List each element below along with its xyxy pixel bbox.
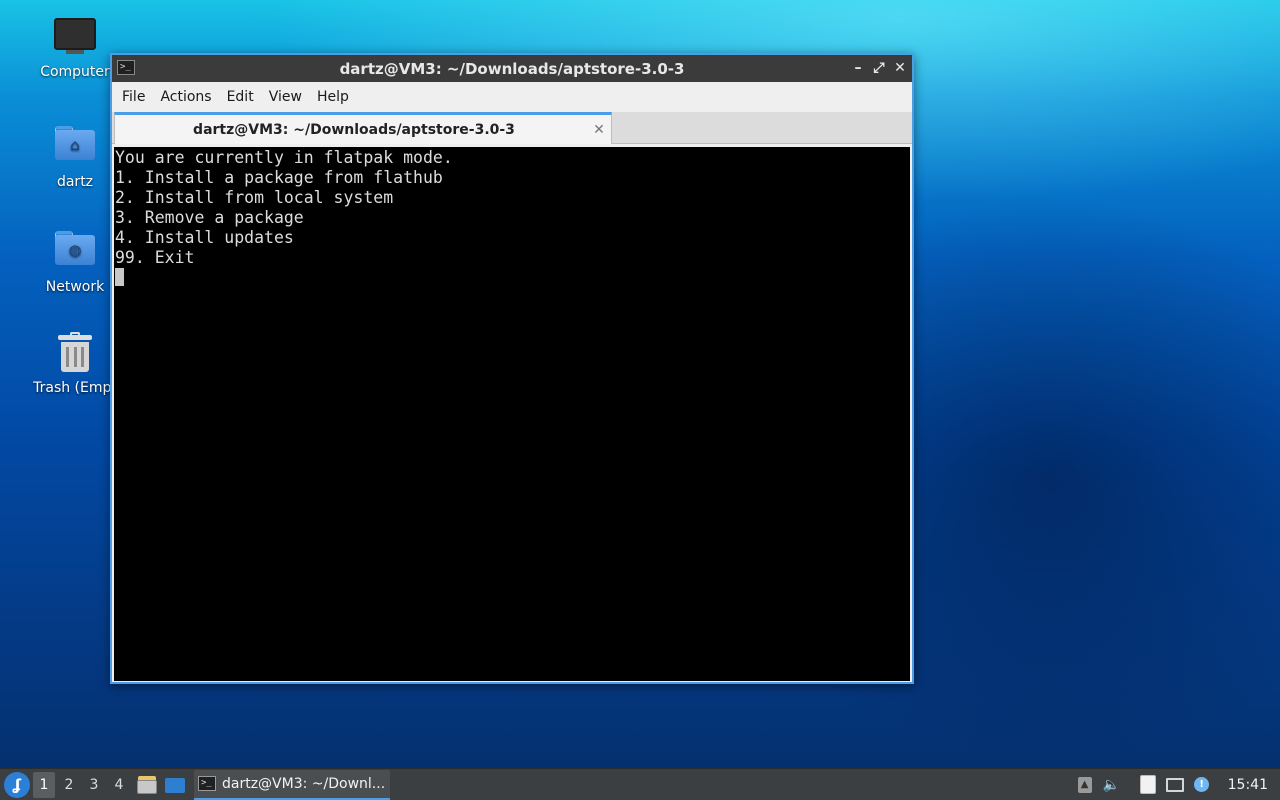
maximize-button[interactable]: ⤢ (869, 58, 889, 78)
trash-icon (53, 332, 97, 376)
show-desktop-icon[interactable] (164, 774, 186, 796)
tab-bar: dartz@VM3: ~/Downloads/aptstore-3.0-3 ✕ (112, 112, 912, 144)
terminal-window[interactable]: >_ dartz@VM3: ~/Downloads/aptstore-3.0-3… (110, 53, 914, 684)
terminal-line: 4. Install updates (115, 228, 294, 247)
window-title: dartz@VM3: ~/Downloads/aptstore-3.0-3 (339, 59, 685, 78)
start-menu-icon[interactable]: ʆ (4, 771, 30, 798)
window-titlebar[interactable]: >_ dartz@VM3: ~/Downloads/aptstore-3.0-3… (112, 55, 912, 82)
terminal-output[interactable]: You are currently in flatpak mode. 1. Ins… (114, 147, 910, 681)
terminal-line: You are currently in flatpak mode. (115, 148, 453, 167)
tab-close-icon[interactable]: ✕ (587, 122, 611, 138)
file-manager-icon[interactable] (136, 774, 158, 796)
volume-icon[interactable]: 🔈 (1101, 774, 1123, 796)
menu-edit[interactable]: Edit (227, 89, 265, 105)
workspace-1[interactable]: 1 (33, 771, 55, 798)
terminal-app-icon[interactable]: >_ (117, 60, 135, 75)
workspace-3[interactable]: 3 (83, 772, 105, 798)
clock[interactable]: 15:41 (1228, 777, 1268, 793)
menu-bar: File Actions Edit View Help (112, 82, 912, 112)
menu-actions[interactable]: Actions (160, 89, 222, 105)
terminal-line: 1. Install a package from flathub (115, 168, 443, 187)
system-tray: ▲ 🔈 ! 15:41 (1074, 769, 1280, 800)
menu-help[interactable]: Help (317, 89, 360, 105)
network-folder-icon: ◍ (53, 231, 97, 275)
terminal-line: 99. Exit (115, 248, 195, 267)
terminal-icon: >_ (198, 776, 216, 791)
menu-file[interactable]: File (122, 89, 156, 105)
close-button[interactable]: ✕ (890, 58, 910, 78)
terminal-tab[interactable]: dartz@VM3: ~/Downloads/aptstore-3.0-3 ✕ (114, 112, 612, 144)
terminal-line: 2. Install from local system (115, 188, 394, 207)
menu-view[interactable]: View (269, 89, 313, 105)
terminal-cursor (115, 268, 124, 286)
task-label: dartz@VM3: ~/Downl... (222, 775, 386, 792)
minimize-button[interactable]: – (848, 58, 868, 78)
taskbar-terminal-task[interactable]: >_ dartz@VM3: ~/Downl... (194, 769, 390, 800)
taskbar: ʆ 1 2 3 4 >_ dartz@VM3: ~/Downl... ▲ 🔈 !… (0, 768, 1280, 800)
workspace-4[interactable]: 4 (108, 772, 130, 798)
computer-icon (53, 16, 97, 60)
terminal-line: 3. Remove a package (115, 208, 304, 227)
workspace-2[interactable]: 2 (58, 772, 80, 798)
update-notifier-icon[interactable]: ! (1191, 774, 1213, 796)
clipboard-icon[interactable] (1137, 774, 1159, 796)
network-icon[interactable] (1164, 774, 1186, 796)
home-folder-icon: ⌂ (53, 126, 97, 170)
tab-title: dartz@VM3: ~/Downloads/aptstore-3.0-3 (193, 121, 515, 138)
removable-media-icon[interactable]: ▲ (1074, 774, 1096, 796)
